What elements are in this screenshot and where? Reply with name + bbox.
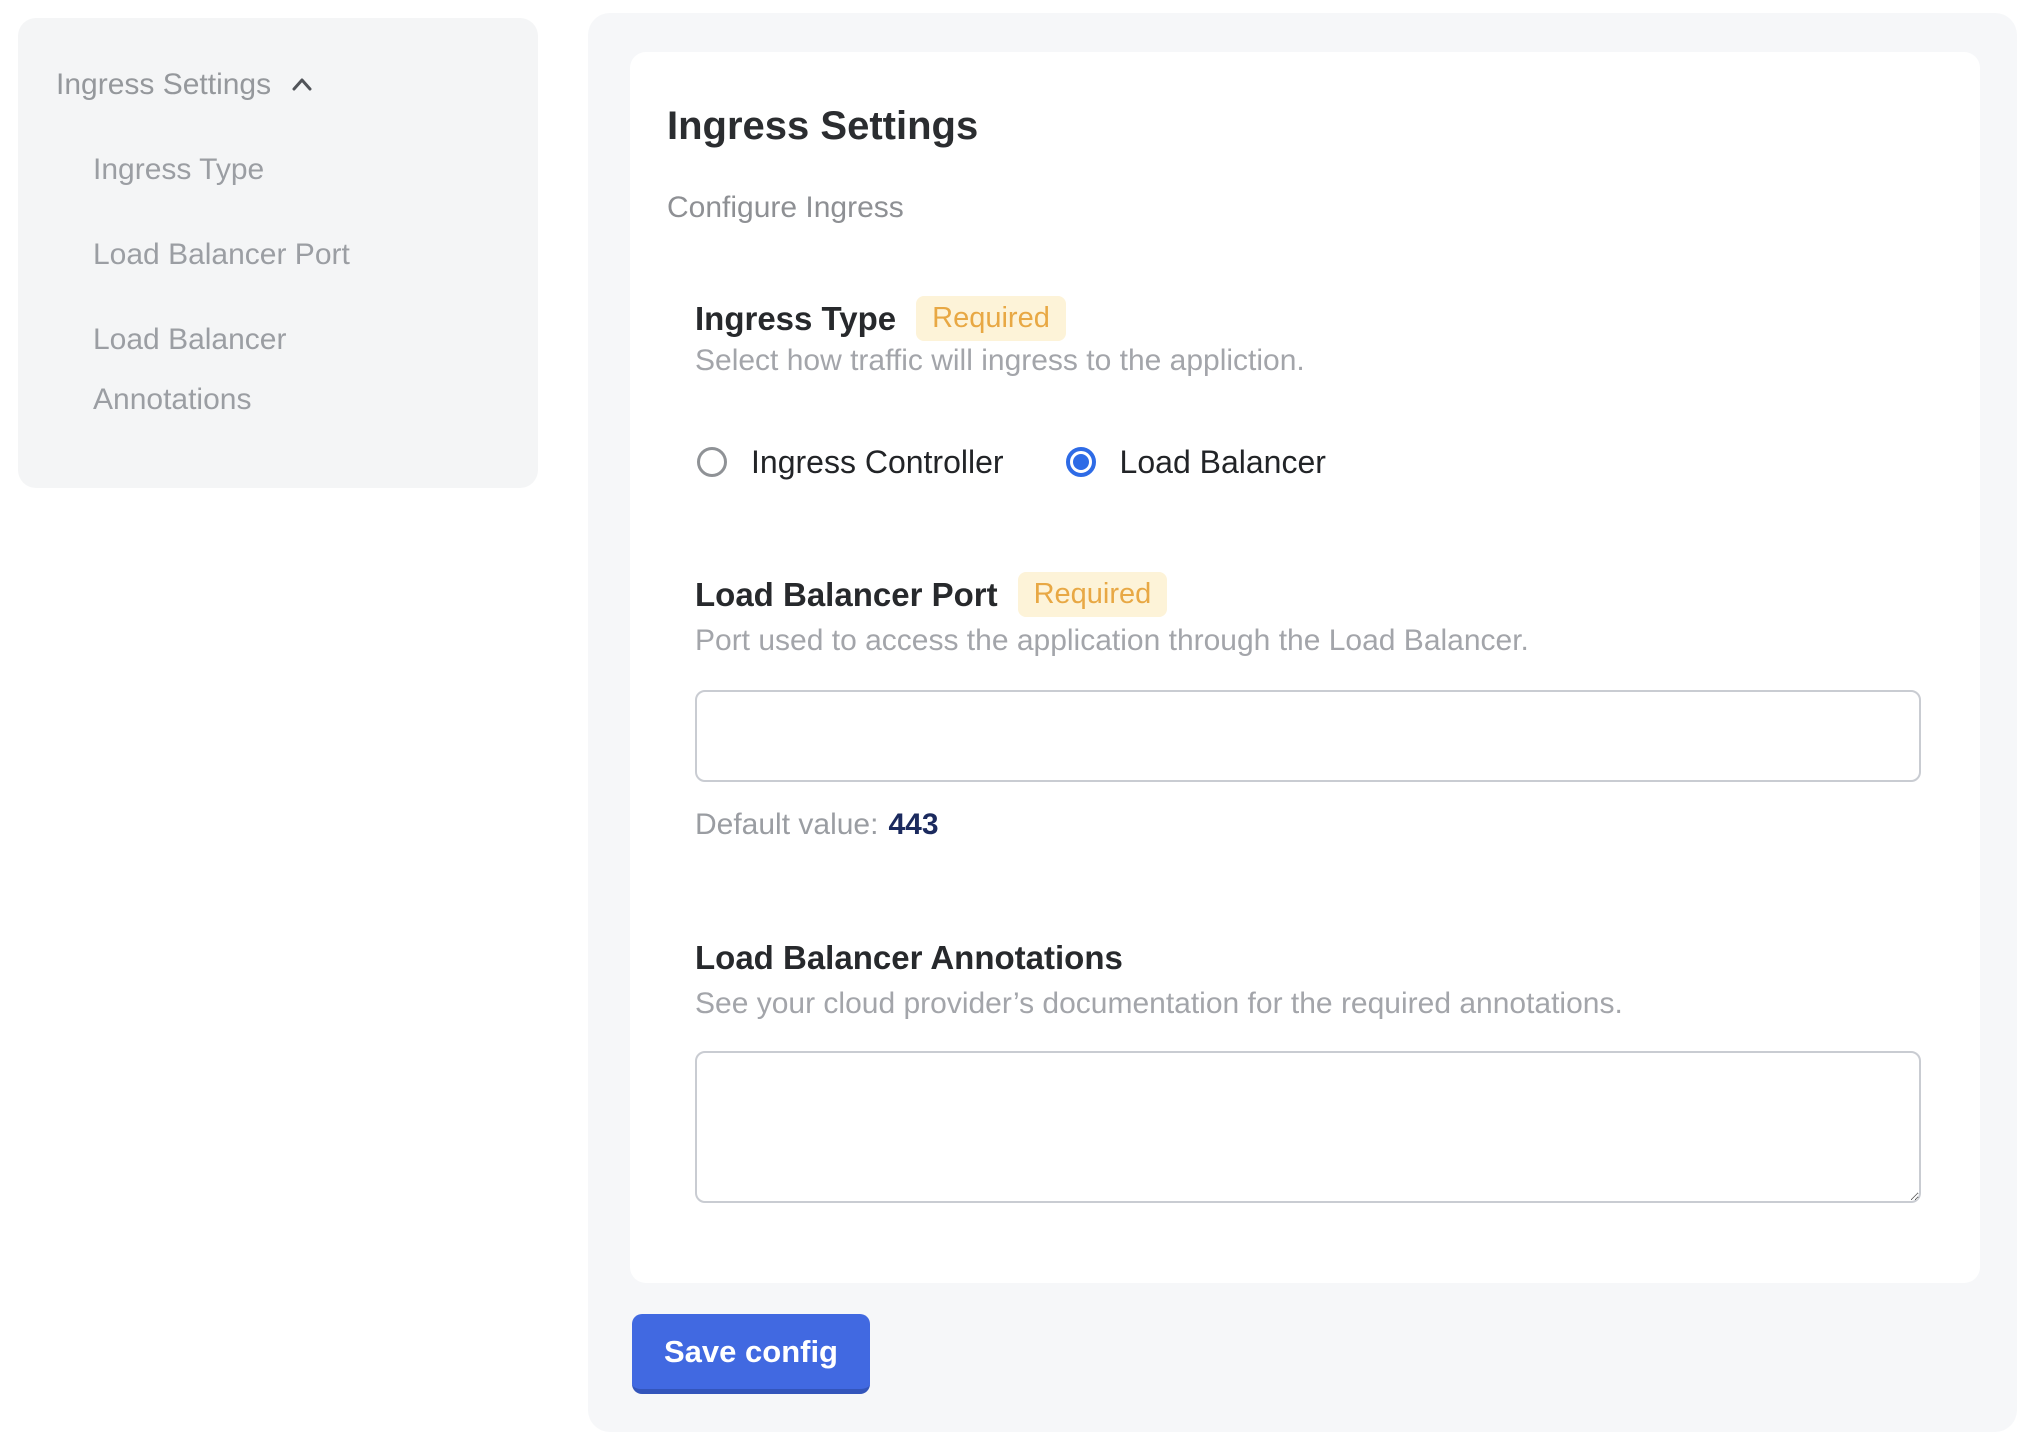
settings-panel: Ingress Settings Configure Ingress Ingre… <box>588 13 2017 1432</box>
ingress-type-radio-group: Ingress Controller Load Balancer <box>697 445 1326 479</box>
required-badge: Required <box>1018 572 1168 617</box>
lb-port-description: Port used to access the application thro… <box>695 622 1529 660</box>
lb-annotations-description: See your cloud provider’s documentation … <box>695 985 1623 1023</box>
lb-port-label: Load Balancer Port <box>695 573 998 617</box>
sidebar-item-list: Ingress Type Load Balancer Port Load Bal… <box>93 140 438 430</box>
lb-port-label-row: Load Balancer Port Required <box>695 572 1167 617</box>
lb-annotations-label-row: Load Balancer Annotations <box>695 936 1123 980</box>
ingress-type-label-row: Ingress Type Required <box>695 296 1066 341</box>
page-title: Ingress Settings <box>667 100 978 152</box>
settings-sidebar: Ingress Settings Ingress Type Load Balan… <box>18 18 538 488</box>
default-value-label: Default value: <box>695 808 878 841</box>
sidebar-item-load-balancer-annotations[interactable]: Load Balancer Annotations <box>93 310 438 430</box>
sidebar-item-load-balancer-port[interactable]: Load Balancer Port <box>93 225 438 285</box>
page-root: Ingress Settings Ingress Type Load Balan… <box>0 0 2036 1452</box>
lb-port-input[interactable] <box>695 690 1921 782</box>
lb-annotations-textarea[interactable] <box>695 1051 1921 1203</box>
radio-selected-icon[interactable] <box>1066 447 1096 477</box>
chevron-up-icon <box>287 70 317 100</box>
radio-unselected-icon[interactable] <box>697 447 727 477</box>
ingress-type-label: Ingress Type <box>695 297 896 341</box>
ingress-settings-card: Ingress Settings Configure Ingress Ingre… <box>630 52 1980 1283</box>
radio-option-load-balancer[interactable]: Load Balancer <box>1066 445 1326 479</box>
default-value-number: 443 <box>888 808 938 841</box>
sidebar-group-label: Ingress Settings <box>56 67 271 103</box>
page-subtitle: Configure Ingress <box>667 190 904 226</box>
radio-label-load-balancer: Load Balancer <box>1120 445 1326 479</box>
sidebar-group-ingress-settings[interactable]: Ingress Settings <box>56 67 317 103</box>
ingress-type-description: Select how traffic will ingress to the a… <box>695 342 1305 380</box>
required-badge: Required <box>916 296 1066 341</box>
radio-label-ingress-controller: Ingress Controller <box>751 445 1004 479</box>
radio-option-ingress-controller[interactable]: Ingress Controller <box>697 445 1004 479</box>
lb-annotations-label: Load Balancer Annotations <box>695 936 1123 980</box>
save-config-button[interactable]: Save config <box>632 1314 870 1394</box>
lb-port-default-row: Default value: 443 <box>695 806 939 844</box>
sidebar-item-ingress-type[interactable]: Ingress Type <box>93 140 438 200</box>
